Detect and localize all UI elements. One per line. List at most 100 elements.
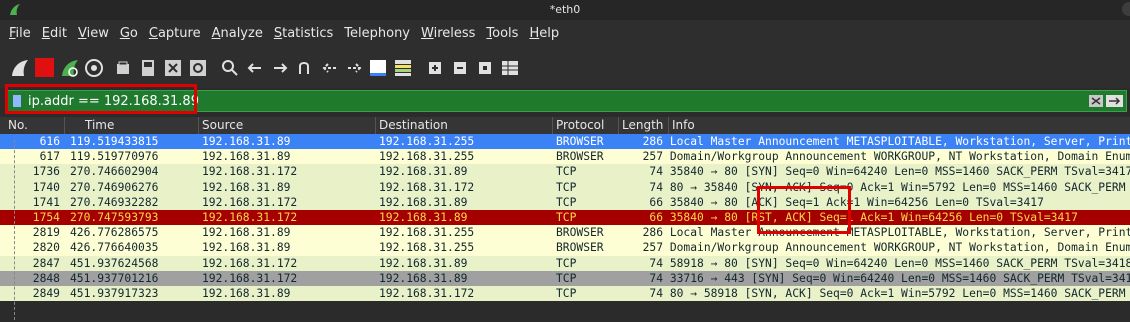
packet-length-info: 74 80 → 58918 [SYN, ACK] Seq=0 Ack=1 Win… [603,286,1130,301]
menu-edit[interactable]: Edit [42,26,67,41]
restart-capture-icon[interactable] [60,58,80,78]
window-title: *eth0 [549,3,581,16]
go-to-packet-icon[interactable] [296,58,316,78]
packet-no: 2848 [32,271,60,285]
menu-analyze[interactable]: Analyze [212,26,263,41]
packet-length: 257 [642,241,663,255]
start-capture-icon[interactable] [10,58,30,78]
packet-row[interactable]: 1754 270.747593793 192.168.31.172 192.168.3… [0,209,1130,226]
packet-source: 192.168.31.172 [202,165,298,179]
reload-file-icon[interactable] [188,58,208,78]
menu-wireless[interactable]: Wireless [421,26,475,41]
first-packet-icon[interactable] [320,58,340,78]
go-back-icon[interactable] [245,58,265,78]
packet-destination: 192.168.31.89 [379,271,468,285]
packet-length-info: 74 35840 → 80 [SYN] Seq=0 Win=64240 Len=… [603,164,1130,179]
packet-destination: 192.168.31.255 [379,226,475,240]
packet-row[interactable]: 2819 426.776286575 192.168.31.89 192.168.31… [0,225,1130,241]
packet-list: 616 119.519433815 192.168.31.89 192.168.31.… [0,134,1130,302]
packet-length: 74 [649,256,663,270]
menu-telephony[interactable]: Telephony [344,26,410,41]
packet-no: 2820 [32,241,60,255]
menu-go[interactable]: Go [120,26,138,41]
packet-list-header: No. Time Source Destination Protocol Len… [0,117,1130,134]
stop-capture-icon[interactable] [35,58,54,77]
main-toolbar [0,46,1130,88]
filter-apply-icon[interactable] [1088,93,1124,109]
packet-source: 192.168.31.172 [202,271,298,285]
packet-info: 35840 → 80 [SYN] Seq=0 Win=64240 Len=0 M… [669,165,1130,179]
packet-destination: 192.168.31.89 [379,165,468,179]
go-forward-icon[interactable] [270,58,290,78]
zoom-out-icon[interactable] [450,58,470,78]
menu-tools[interactable]: Tools [486,26,518,41]
column-info[interactable]: Info [672,118,695,132]
packet-protocol: BROWSER [556,135,604,148]
packet-destination: 192.168.31.89 [379,210,468,224]
packet-protocol: BROWSER [556,150,604,164]
packet-source: 192.168.31.172 [202,256,298,270]
packet-row[interactable]: 616 119.519433815 192.168.31.89 192.168.31.… [0,134,1130,150]
column-source[interactable]: Source [202,118,243,132]
packet-no: 617 [39,150,60,164]
column-destination[interactable]: Destination [379,118,448,132]
packet-no: 616 [39,135,60,148]
capture-options-icon[interactable] [84,58,104,78]
colorize-icon[interactable] [393,58,413,78]
packet-row[interactable]: 2847 451.937624568 192.168.31.172 192.168.3… [0,255,1130,271]
open-file-icon[interactable] [113,58,133,78]
packet-row[interactable]: 1741 270.746932282 192.168.31.172 192.168.3… [0,194,1130,210]
menu-view[interactable]: View [78,26,109,41]
packet-row[interactable]: 617 119.519770976 192.168.31.89 192.168.31.… [0,149,1130,165]
packet-row[interactable]: 2849 451.937917323 192.168.31.89 192.168.31… [0,285,1130,302]
packet-length: 74 [649,286,663,300]
packet-destination: 192.168.31.172 [379,180,475,194]
menu-file[interactable]: File [9,26,31,41]
column-time[interactable]: Time [85,118,114,132]
packet-protocol: BROWSER [556,226,604,240]
packet-time: 451.937701216 [70,271,159,285]
column-protocol[interactable]: Protocol [556,118,604,132]
save-file-icon[interactable] [138,58,158,78]
packet-row[interactable]: 2820 426.776640035 192.168.31.89 192.168.31… [0,240,1130,256]
packet-no: 2849 [32,286,60,300]
packet-destination: 192.168.31.255 [379,241,475,255]
menu-statistics[interactable]: Statistics [274,26,333,41]
packet-time: 451.937624568 [70,256,159,270]
packet-row[interactable]: 1736 270.746602904 192.168.31.172 192.168.3… [0,164,1130,180]
menu-help[interactable]: Help [529,26,559,41]
packet-length: 74 [649,165,663,179]
packet-info: 80 → 58918 [SYN, ACK] Seq=0 Ack=1 Win=57… [669,286,1130,300]
packet-no: 1754 [32,210,60,224]
packet-length: 66 [649,210,663,224]
column-no[interactable]: No. [8,118,28,132]
packet-info: Domain/Workgroup Announcement WORKGROUP,… [669,241,1130,255]
packet-destination: 192.168.31.255 [379,135,475,148]
menu-capture[interactable]: Capture [149,26,201,41]
flags-highlight-box [757,186,851,234]
menu-bar: File Edit View Go Capture Analyze Statistics Te… [0,20,1130,46]
window-control-button[interactable] [1122,2,1130,16]
last-packet-icon[interactable] [344,58,364,78]
packet-time: 119.519770976 [70,150,159,164]
packet-length: 286 [642,226,663,240]
packet-length: 74 [649,271,663,285]
packet-time: 270.746932282 [70,195,159,209]
packet-destination: 192.168.31.89 [379,195,468,209]
zoom-in-icon[interactable] [425,58,445,78]
packet-no: 1741 [32,195,60,209]
close-file-icon[interactable] [163,58,183,78]
find-packet-icon[interactable] [220,58,240,78]
packet-protocol: TCP [556,165,577,179]
packet-length-info: 257 Domain/Workgroup Announcement WORKGR… [603,149,1130,164]
resize-columns-icon[interactable] [500,58,520,78]
packet-info: Local Master Announcement METASPLOITABLE… [669,135,1130,148]
packet-info: 33716 → 443 [SYN] Seq=0 Win=64240 Len=0 … [669,271,1130,285]
title-bar: *eth0 [0,0,1130,20]
packet-row[interactable]: 1740 270.746906276 192.168.31.89 192.168.31… [0,179,1130,195]
packet-source: 192.168.31.89 [202,241,291,255]
packet-row[interactable]: 2848 451.937701216 192.168.31.172 192.168.3… [0,270,1130,286]
column-length[interactable]: Length [622,118,663,132]
autoscroll-icon[interactable] [368,58,388,78]
normal-size-icon[interactable] [475,58,495,78]
